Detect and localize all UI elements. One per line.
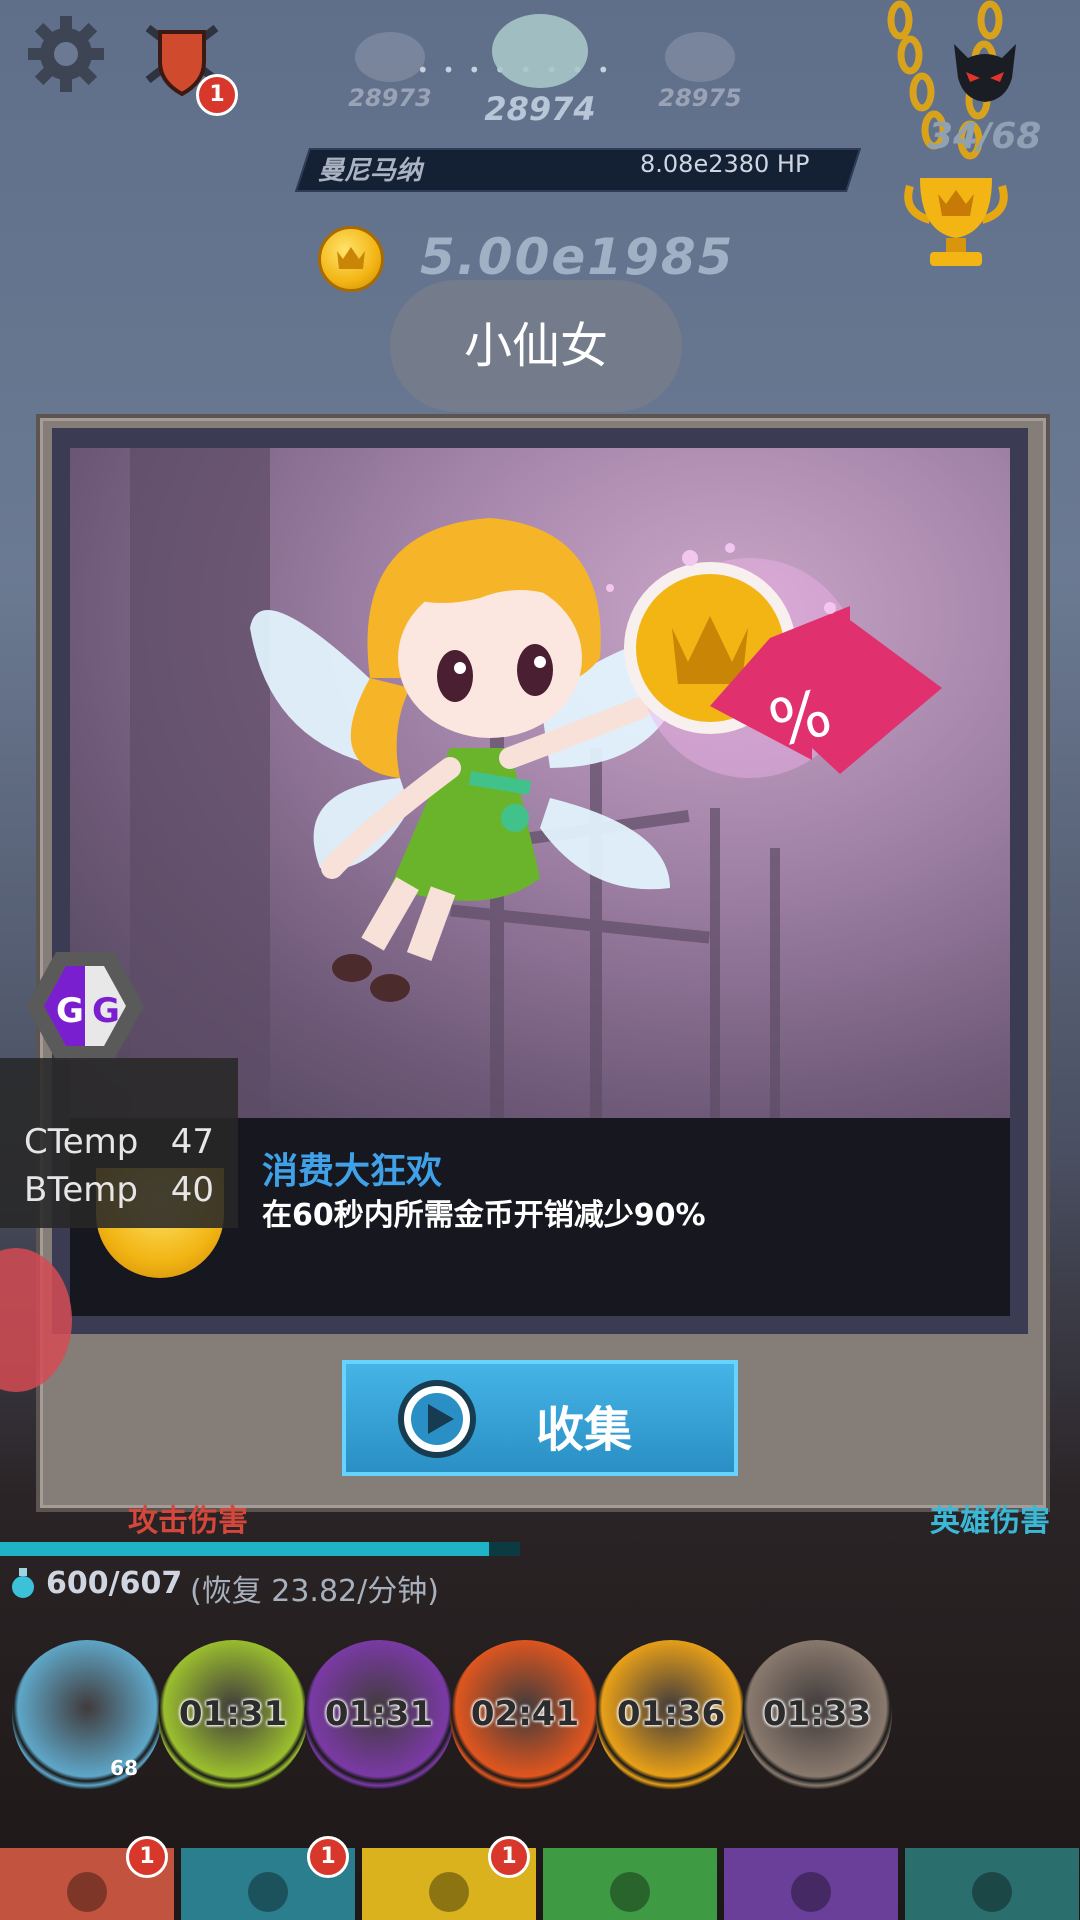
skill-deadly-strike[interactable]: 01:31 (158, 1640, 308, 1790)
tab-badge: 1 (307, 1836, 349, 1878)
ctemp-value: 47 (170, 1122, 214, 1162)
gear-icon (28, 16, 104, 92)
heroes-icon (248, 1872, 288, 1912)
equipment-icon (429, 1872, 469, 1912)
mana-potion-icon (10, 1568, 36, 1598)
svg-text:G: G (92, 991, 120, 1031)
sword-icon (67, 1872, 107, 1912)
stage-next: 28975 (650, 32, 750, 112)
settings-button[interactable] (26, 14, 106, 94)
clan-icon (791, 1872, 831, 1912)
dialog-title: 小仙女 (390, 280, 682, 412)
ctemp-row: CTemp 47 (24, 1122, 214, 1162)
skill-timer: 01:36 (616, 1694, 726, 1734)
demon-icon[interactable] (950, 42, 1020, 104)
play-icon (398, 1380, 476, 1458)
stage-current-number: 28974 (484, 90, 596, 128)
skill-war-cry[interactable]: 01:36 (596, 1640, 746, 1790)
pets-icon (610, 1872, 650, 1912)
tab-heroes[interactable]: 1 (181, 1836, 355, 1920)
tournament-shield-button[interactable]: 1 (142, 18, 238, 116)
skill-hand-of-midas[interactable]: 01:31 (304, 1640, 454, 1790)
temperature-panel: CTemp 47 BTemp 40 (0, 1058, 238, 1228)
hero-damage-label: 英雄伤害 (930, 1504, 1050, 1539)
stage-next-number: 28975 (658, 84, 742, 112)
skill-fire-sword[interactable]: 02:41 (450, 1640, 600, 1790)
stage-previous-number: 28973 (348, 84, 432, 112)
tab-badge: 1 (126, 1836, 168, 1878)
tab-clan[interactable] (724, 1848, 898, 1920)
stage-current: 28974 (478, 14, 602, 128)
gold-coin-icon (318, 226, 384, 292)
ctemp-label: CTemp (24, 1122, 139, 1162)
mana-value: 600/607 (46, 1566, 183, 1601)
bonus-description: 在60秒内所需金币开销减少90% (262, 1198, 706, 1233)
skill-level: 68 (110, 1756, 138, 1780)
skill-shadow-clone[interactable]: 01:33 (742, 1640, 892, 1790)
tab-equipment[interactable]: 1 (362, 1836, 536, 1920)
tab-badge: 1 (488, 1836, 530, 1878)
skill-timer: 01:33 (762, 1694, 872, 1734)
tab-pets[interactable] (543, 1848, 717, 1920)
mana-bar-fill (0, 1542, 489, 1556)
shield-badge: 1 (196, 74, 238, 116)
boss-hp: 8.08e2380 HP (640, 150, 810, 178)
tab-sword[interactable]: 1 (0, 1836, 174, 1920)
shop-icon (972, 1872, 1012, 1912)
btemp-label: BTemp (24, 1170, 138, 1210)
trophy-icon[interactable] (900, 172, 1012, 272)
skill-timer: 02:41 (470, 1694, 580, 1734)
fairy-illustration: % (70, 448, 1010, 1118)
tap-damage-label: 攻击伤害 (128, 1504, 248, 1539)
relic-count: 34/68 (928, 116, 1042, 157)
btemp-row: BTemp 40 (24, 1170, 214, 1210)
game-guardian-icon[interactable]: G G (26, 952, 144, 1060)
gold-amount: 5.00e1985 (420, 228, 735, 286)
bonus-title: 消费大狂欢 (262, 1151, 443, 1192)
boss-name: 曼尼马纳 (318, 156, 423, 186)
skill-heavenly-strike[interactable]: 68 (12, 1640, 162, 1790)
btemp-value: 40 (170, 1170, 214, 1210)
skill-timer: 01:31 (324, 1694, 434, 1734)
mana-regen: (恢复 23.82/分钟) (190, 1574, 439, 1609)
collect-button[interactable]: 收集 (342, 1360, 738, 1476)
svg-text:G: G (56, 991, 84, 1031)
tab-shop[interactable] (905, 1848, 1079, 1920)
collect-label: 收集 (536, 1402, 633, 1458)
skill-timer: 01:31 (178, 1694, 288, 1734)
